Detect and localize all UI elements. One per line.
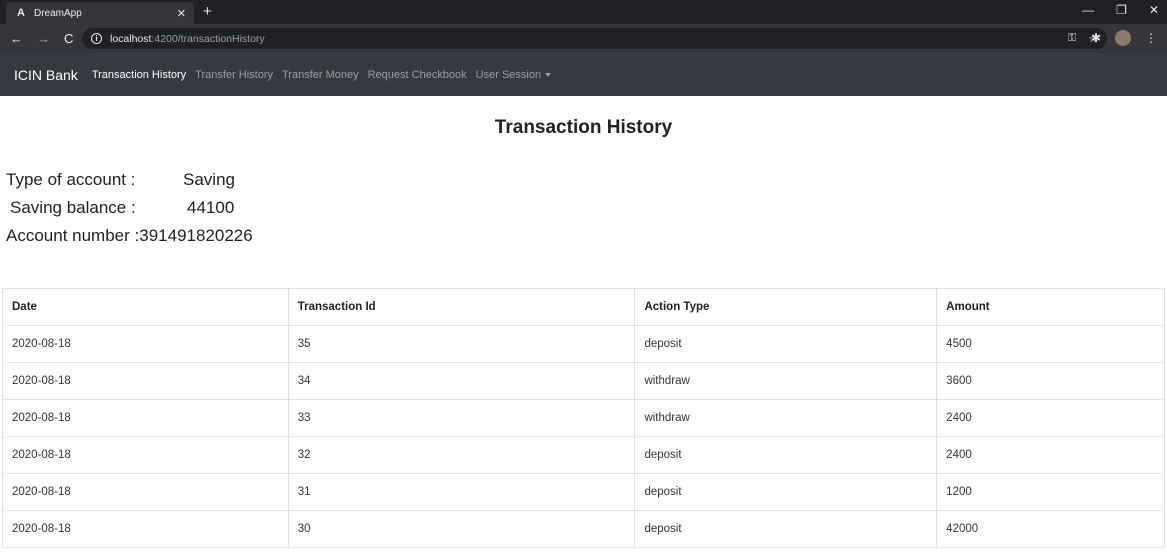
minimize-icon[interactable]: — [1082, 3, 1094, 17]
balance-label: Saving balance : [10, 198, 136, 217]
balance-value: 44100 [187, 198, 235, 217]
cell-amount: 3600 [936, 362, 1165, 400]
account-type-value: Saving [183, 170, 235, 189]
header-date: Date [2, 288, 289, 326]
url-host: localhost [110, 32, 152, 45]
cell-amount: 2400 [936, 399, 1165, 437]
cell-date: 2020-08-18 [2, 362, 289, 400]
nav-request-checkbook[interactable]: Request Checkbook [368, 69, 467, 81]
site-info-icon[interactable]: i [91, 33, 102, 44]
reload-icon[interactable]: C [64, 31, 73, 46]
account-number-value: 391491820226 [139, 226, 253, 245]
cell-date: 2020-08-18 [2, 510, 289, 548]
table-row: 2020-08-18 34 withdraw 3600 [2, 362, 1165, 400]
profile-avatar[interactable] [1115, 30, 1131, 46]
nav-transfer-money[interactable]: Transfer Money [282, 69, 359, 81]
url-path: :4200/transactionHistory [151, 32, 265, 45]
url-text: localhost:4200/transactionHistory [110, 33, 265, 45]
cell-action-type: deposit [634, 325, 938, 363]
header-action-type: Action Type [634, 288, 938, 326]
cell-amount: 1200 [936, 473, 1165, 511]
table-row: 2020-08-18 33 withdraw 2400 [2, 399, 1165, 437]
account-type-label: Type of account : [6, 170, 136, 189]
cell-action-type: deposit [634, 510, 938, 548]
cell-date: 2020-08-18 [2, 436, 289, 474]
account-number-row: Account number : 391491820226 [6, 222, 253, 250]
window-controls: — ❐ ✕ [1082, 3, 1159, 17]
cell-amount: 42000 [936, 510, 1165, 548]
tab-title: DreamApp [34, 7, 82, 19]
browser-tab[interactable]: A DreamApp ✕ [6, 2, 194, 24]
cell-transaction-id: 30 [287, 510, 636, 548]
maximize-icon[interactable]: ❐ [1116, 3, 1127, 17]
key-icon[interactable]: ⚿ [1068, 32, 1076, 45]
brand-link[interactable]: ICIN Bank [14, 67, 78, 83]
more-menu-icon[interactable]: ⋮ [1145, 31, 1157, 45]
caret-down-icon [545, 72, 552, 77]
forward-arrow-icon[interactable]: → [37, 31, 50, 46]
account-number-label: Account number : [6, 226, 140, 245]
table-row: 2020-08-18 31 deposit 1200 [2, 473, 1165, 511]
cell-transaction-id: 32 [287, 436, 636, 474]
window-close-icon[interactable]: ✕ [1149, 3, 1159, 17]
account-type-row: Type of account : Saving [6, 166, 253, 194]
transactions-table: Date Transaction Id Action Type Amount 2… [2, 288, 1165, 548]
browser-tabstrip: A DreamApp ✕ + — ❐ ✕ [0, 0, 1167, 24]
app-navbar: ICIN Bank Transaction History Transfer H… [0, 53, 1167, 96]
browser-toolbar: ← → C i localhost:4200/transactionHistor… [0, 24, 1167, 53]
cell-date: 2020-08-18 [2, 399, 289, 437]
cell-action-type: withdraw [634, 399, 938, 437]
address-bar[interactable]: i localhost:4200/transactionHistory ⚿ ☆ [82, 28, 1107, 49]
cell-amount: 4500 [936, 325, 1165, 363]
close-tab-icon[interactable]: ✕ [177, 7, 186, 20]
cell-transaction-id: 31 [287, 473, 636, 511]
cell-action-type: withdraw [634, 362, 938, 400]
cell-transaction-id: 33 [287, 399, 636, 437]
nav-transfer-history[interactable]: Transfer History [195, 69, 273, 81]
cell-transaction-id: 34 [287, 362, 636, 400]
account-info: Type of account : Saving Saving balance … [6, 166, 253, 250]
table-row: 2020-08-18 32 deposit 2400 [2, 436, 1165, 474]
extensions-puzzle-icon[interactable]: ✱ [1091, 31, 1101, 45]
user-session-label: User Session [475, 68, 542, 81]
cell-amount: 2400 [936, 436, 1165, 474]
cell-date: 2020-08-18 [2, 473, 289, 511]
cell-action-type: deposit [634, 473, 938, 511]
page-title: Transaction History [494, 117, 673, 138]
cell-date: 2020-08-18 [2, 325, 289, 363]
cell-transaction-id: 35 [287, 325, 636, 363]
table-row: 2020-08-18 35 deposit 4500 [2, 325, 1165, 363]
table-header-row: Date Transaction Id Action Type Amount [2, 288, 1165, 326]
new-tab-icon[interactable]: + [203, 3, 212, 20]
nav-user-session-dropdown[interactable]: User Session [475, 68, 552, 81]
balance-row: Saving balance : 44100 [6, 194, 253, 222]
angular-favicon-icon: A [17, 7, 25, 19]
table-row: 2020-08-18 30 deposit 42000 [2, 510, 1165, 548]
cell-action-type: deposit [634, 436, 938, 474]
header-amount: Amount [936, 288, 1165, 326]
nav-transaction-history[interactable]: Transaction History [92, 69, 186, 81]
back-arrow-icon[interactable]: ← [10, 31, 23, 46]
header-transaction-id: Transaction Id [287, 288, 636, 326]
